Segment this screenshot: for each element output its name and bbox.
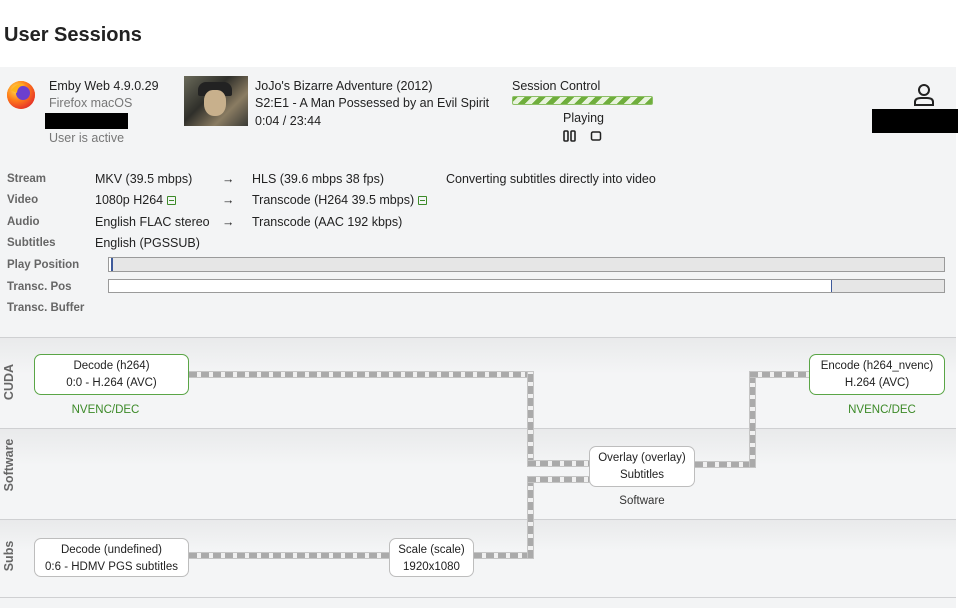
overlay-caption: Software [619, 495, 665, 507]
arrow-icon: → [222, 215, 235, 229]
decode-subs-detail: 0:6 - HDMV PGS subtitles [45, 561, 178, 573]
stop-icon[interactable] [589, 129, 603, 143]
session-progress-bar [512, 96, 653, 105]
encode-title: Encode (h264_nvenc) [820, 360, 934, 372]
playback-time: 0:04 / 23:44 [255, 114, 322, 128]
overlay-title: Overlay (overlay) [598, 452, 686, 464]
play-state: Playing [563, 111, 604, 125]
pipe-overlay-to-encode-v [749, 371, 756, 468]
pipe-into-overlay-top [527, 460, 590, 467]
pipe-scale-to-overlay-v [527, 476, 534, 559]
subtitle-icon [167, 196, 177, 205]
encode-detail: H.264 (AVC) [844, 377, 910, 389]
decode-h264-detail: 0:0 - H.264 (AVC) [66, 377, 157, 389]
audio-target: Transcode (AAC 192 kbps) [252, 215, 403, 229]
video-target: Transcode (H264 39.5 mbps) [252, 193, 428, 207]
play-position-bar[interactable] [108, 257, 945, 272]
decode-subs-node[interactable]: Decode (undefined) 0:6 - HDMV PGS subtit… [34, 538, 189, 577]
lane-software [0, 428, 956, 520]
episode-title: S2:E1 - A Man Possessed by an Evil Spiri… [255, 96, 490, 110]
pipe-into-encode [749, 371, 811, 378]
decode-subs-title: Decode (undefined) [60, 544, 162, 556]
transc-buffer-label: Transc. Buffer [7, 302, 85, 314]
redacted-user-name [872, 109, 958, 133]
item-thumbnail[interactable] [184, 76, 248, 126]
client-name: Emby Web 4.9.0.29 [49, 79, 159, 93]
overlay-node[interactable]: Overlay (overlay) Subtitles [589, 446, 695, 487]
stream-note: Converting subtitles directly into video [446, 172, 656, 186]
subtitles-label: Subtitles [7, 237, 56, 249]
pipe-into-overlay-bottom [527, 476, 590, 483]
audio-source: English FLAC stereo [95, 215, 210, 229]
transc-pos-label: Transc. Pos [7, 281, 72, 293]
play-position-label: Play Position [7, 259, 80, 271]
page-title: User Sessions [4, 24, 142, 46]
lane-label-cuda: CUDA [2, 363, 16, 401]
pipe-scale-out [473, 552, 534, 559]
encode-node[interactable]: Encode (h264_nvenc) H.264 (AVC) [809, 354, 945, 395]
pipe-subs-h [188, 552, 390, 559]
stream-label: Stream [7, 173, 46, 185]
encode-caption: NVENC/DEC [848, 404, 916, 416]
item-title[interactable]: JoJo's Bizarre Adventure (2012) [255, 79, 432, 93]
video-label: Video [7, 194, 39, 206]
scale-detail: 1920x1080 [403, 561, 460, 573]
pause-icon[interactable] [562, 129, 578, 143]
user-icon[interactable] [911, 83, 937, 107]
transc-pos-fill [109, 280, 833, 292]
lane-label-software: Software [2, 438, 16, 492]
stream-source: MKV (39.5 mbps) [95, 172, 193, 186]
overlay-detail: Subtitles [619, 469, 665, 481]
scale-title: Scale (scale) [398, 544, 465, 556]
subtitle-icon [418, 196, 428, 205]
audio-label: Audio [7, 216, 40, 228]
session-control-label: Session Control [512, 79, 601, 93]
device-name: Firefox macOS [49, 96, 133, 110]
pipe-overlay-out [694, 461, 756, 468]
redacted-username [45, 113, 128, 129]
arrow-icon: → [222, 172, 235, 186]
user-status: User is active [49, 131, 125, 145]
stream-target: HLS (39.6 mbps 38 fps) [252, 172, 385, 186]
lane-label-subs: Subs [2, 540, 16, 572]
pipe-decode-to-overlay-h [188, 371, 534, 378]
decode-h264-caption: NVENC/DEC [71, 404, 140, 416]
transc-pos-bar [108, 279, 945, 293]
subtitles-source: English (PGSSUB) [95, 236, 200, 250]
video-source: 1080p H264 [95, 193, 177, 207]
pipe-decode-to-overlay-v [527, 371, 534, 467]
arrow-icon: → [222, 193, 235, 207]
play-position-fill [109, 258, 114, 271]
firefox-icon [5, 79, 37, 111]
decode-h264-node[interactable]: Decode (h264) 0:0 - H.264 (AVC) [34, 354, 189, 395]
decode-h264-title: Decode (h264) [73, 360, 150, 372]
scale-node[interactable]: Scale (scale) 1920x1080 [389, 538, 474, 577]
